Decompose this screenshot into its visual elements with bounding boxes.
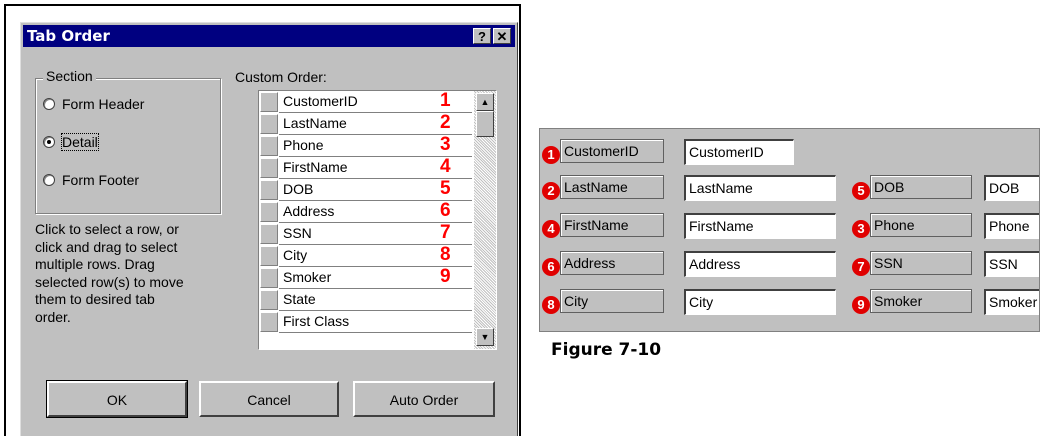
row-field-name: CustomerID <box>283 93 358 109</box>
custom-order-label: Custom Order: <box>235 69 327 85</box>
row-selector[interactable] <box>260 246 278 266</box>
row-selector[interactable] <box>260 268 278 288</box>
tab-order-badge: 4 <box>542 220 560 238</box>
section-label: Section <box>43 68 96 84</box>
list-row[interactable]: DOB 5 <box>259 178 472 201</box>
field-textbox[interactable]: CustomerID <box>684 139 794 165</box>
cancel-button[interactable]: Cancel <box>199 381 339 417</box>
list-row[interactable]: LastName 2 <box>259 112 472 135</box>
tab-order-badge: 8 <box>542 296 560 314</box>
row-field-name: City <box>283 247 308 263</box>
scroll-up-icon[interactable]: ▲ <box>476 93 494 111</box>
row-field-name: Address <box>283 203 335 219</box>
field-textbox[interactable]: FirstName <box>684 213 836 239</box>
field-textbox[interactable]: Address <box>684 251 836 277</box>
tab-order-number: 4 <box>440 156 451 177</box>
field-label: LastName <box>560 175 664 199</box>
field-label: FirstName <box>560 213 664 237</box>
tab-order-number: 7 <box>440 222 451 243</box>
row-field-name: FirstName <box>283 159 348 175</box>
radio-circle-icon <box>43 174 55 186</box>
close-button[interactable]: ✕ <box>493 28 511 44</box>
list-row[interactable]: CustomerID 1 <box>259 91 472 113</box>
tab-order-badge: 3 <box>852 220 870 238</box>
tab-order-number: 1 <box>440 90 451 111</box>
dialog-title: Tab Order <box>27 27 110 45</box>
field-label: City <box>560 289 664 313</box>
radio-label: Form Footer <box>62 172 140 188</box>
row-selector[interactable] <box>260 92 278 112</box>
field-label: Address <box>560 251 664 275</box>
scroll-thumb[interactable] <box>476 111 494 137</box>
tab-order-badge: 5 <box>852 182 870 200</box>
radio-label: Form Header <box>62 96 145 112</box>
radio-label: Detail <box>61 133 99 151</box>
tab-order-badge: 6 <box>542 258 560 276</box>
tab-order-number: 5 <box>440 178 451 199</box>
radio-circle-icon <box>43 98 55 110</box>
row-selector[interactable] <box>260 158 278 178</box>
field-textbox[interactable]: City <box>684 289 836 315</box>
row-field-name: SSN <box>283 225 312 241</box>
help-button[interactable]: ? <box>473 28 491 44</box>
instructions-text: Click to select a row, or click and drag… <box>35 221 184 325</box>
scroll-down-icon[interactable]: ▼ <box>476 328 494 346</box>
field-label: Phone <box>870 213 972 237</box>
row-field-name: First Class <box>283 313 350 329</box>
form-detail-preview: 1 CustomerID CustomerID 2 LastName LastName 4 F… <box>539 128 1040 332</box>
row-selector[interactable] <box>260 180 278 200</box>
tab-order-number: 3 <box>440 134 451 155</box>
tab-order-number: 2 <box>440 112 451 133</box>
row-selector[interactable] <box>260 202 278 222</box>
field-label: SSN <box>870 251 972 275</box>
tab-order-number: 9 <box>440 266 451 287</box>
row-selector[interactable] <box>260 114 278 134</box>
row-field-name: LastName <box>283 115 347 131</box>
list-row[interactable]: FirstName 4 <box>259 156 472 179</box>
row-selector[interactable] <box>260 290 278 310</box>
tab-order-dialog: Tab Order ? ✕ Section Form Header Detail… <box>20 22 518 436</box>
radio-detail[interactable]: Detail <box>43 133 99 151</box>
row-field-name: Smoker <box>283 269 332 285</box>
radio-selected-icon <box>43 136 55 148</box>
field-textbox[interactable]: SSN <box>984 251 1039 277</box>
tab-order-badge: 9 <box>852 296 870 314</box>
radio-form-footer[interactable]: Form Footer <box>43 172 139 188</box>
field-label: DOB <box>870 175 972 199</box>
tab-order-number: 6 <box>440 200 451 221</box>
list-row[interactable]: Smoker 9 <box>259 266 472 289</box>
auto-order-button[interactable]: Auto Order <box>353 381 495 417</box>
ok-button[interactable]: OK <box>46 380 188 418</box>
list-row[interactable]: Address 6 <box>259 200 472 223</box>
field-textbox[interactable]: LastName <box>684 175 836 201</box>
row-selector[interactable] <box>260 136 278 156</box>
row-field-name: DOB <box>283 181 314 197</box>
list-row[interactable]: Phone 3 <box>259 134 472 157</box>
radio-form-header[interactable]: Form Header <box>43 96 144 112</box>
field-label: Smoker <box>870 289 972 313</box>
list-row[interactable]: State <box>259 289 472 311</box>
field-label: CustomerID <box>560 139 664 163</box>
row-selector[interactable] <box>260 312 278 332</box>
row-divider <box>279 332 472 333</box>
list-row[interactable]: SSN 7 <box>259 222 472 245</box>
row-selector[interactable] <box>260 224 278 244</box>
tab-order-number: 8 <box>440 244 451 265</box>
row-field-name: State <box>283 291 316 307</box>
field-textbox[interactable]: Smoker <box>984 289 1039 315</box>
custom-order-list[interactable]: CustomerID 1 LastName 2 Phone 3 FirstName 4 DOB 5… <box>258 90 497 350</box>
title-bar: Tab Order ? ✕ <box>23 25 515 47</box>
row-field-name: Phone <box>283 137 324 153</box>
list-row[interactable]: First Class <box>259 311 472 333</box>
field-textbox[interactable]: Phone <box>984 213 1039 239</box>
figure-caption: Figure 7-10 <box>551 340 662 360</box>
tab-order-badge: 2 <box>542 182 560 200</box>
vertical-scrollbar[interactable]: ▲ ▼ <box>474 91 496 349</box>
tab-order-badge: 7 <box>852 258 870 276</box>
tab-order-badge: 1 <box>542 146 560 164</box>
field-textbox[interactable]: DOB <box>984 175 1039 201</box>
list-row[interactable]: City 8 <box>259 244 472 267</box>
